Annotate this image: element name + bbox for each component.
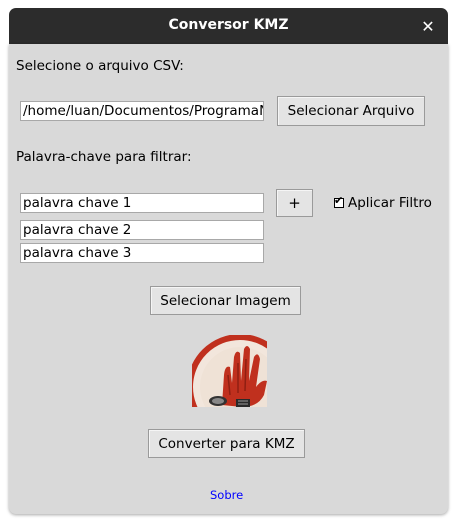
keyword-input-1[interactable]: palavra chave 1 bbox=[20, 193, 264, 213]
close-button[interactable]: ✕ bbox=[416, 14, 440, 38]
window-title: Conversor KMZ bbox=[168, 17, 289, 33]
keyword-input-3[interactable]: palavra chave 3 bbox=[20, 243, 264, 263]
add-keyword-button[interactable]: + bbox=[276, 189, 313, 217]
app-window: Conversor KMZ ✕ Selecione o arquivo CSV:… bbox=[0, 0, 457, 523]
image-preview bbox=[192, 335, 267, 407]
red-handprint-logo-icon bbox=[192, 335, 267, 407]
title-bar[interactable]: Conversor KMZ ✕ bbox=[9, 8, 448, 44]
apply-filter-label: Aplicar Filtro bbox=[348, 195, 432, 211]
close-icon: ✕ bbox=[421, 16, 435, 36]
checkbox-box[interactable]: ✔ bbox=[334, 194, 344, 208]
main-panel: Selecione o arquivo CSV: /home/luan/Docu… bbox=[9, 44, 448, 514]
apply-filter-checkbox[interactable]: ✔ Aplicar Filtro bbox=[334, 194, 432, 211]
checkmark-icon: ✔ bbox=[334, 194, 344, 207]
select-file-button[interactable]: Selecionar Arquivo bbox=[277, 96, 425, 126]
convert-kmz-button[interactable]: Converter para KMZ bbox=[148, 429, 305, 458]
about-link[interactable]: Sobre bbox=[210, 488, 243, 502]
select-image-button[interactable]: Selecionar Imagem bbox=[150, 286, 301, 315]
csv-label: Selecione o arquivo CSV: bbox=[16, 58, 184, 74]
csv-path-input[interactable]: /home/luan/Documentos/ProgramaNo bbox=[20, 101, 264, 121]
keyword-input-2[interactable]: palavra chave 2 bbox=[20, 220, 264, 240]
filter-label: Palavra-chave para filtrar: bbox=[16, 149, 192, 165]
